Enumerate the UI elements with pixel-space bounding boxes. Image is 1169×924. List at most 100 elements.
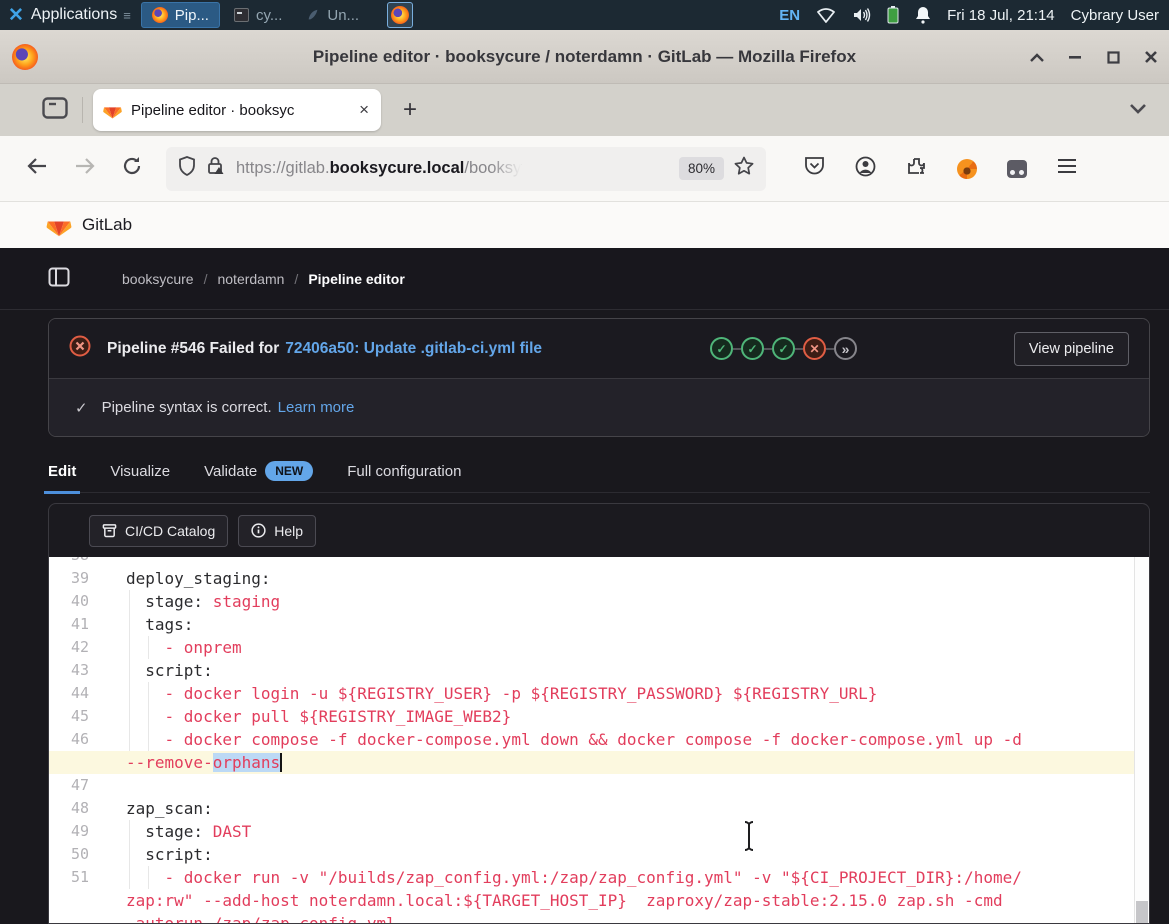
code-row[interactable]: 46 - docker compose -f docker-compose.ym… (49, 728, 1134, 751)
scrollbar-thumb[interactable] (1136, 901, 1148, 923)
indent-guide (129, 682, 130, 705)
firefox-launcher[interactable] (387, 2, 413, 28)
code-editor[interactable]: 3839deploy_staging:40 stage: staging41 t… (49, 557, 1149, 923)
pipeline-stage-success-icon[interactable]: ✓ (710, 337, 733, 360)
reload-button[interactable] (122, 156, 142, 181)
tab-visualize[interactable]: Visualize (110, 450, 170, 493)
pocket-icon[interactable] (804, 156, 825, 181)
text-caret (280, 753, 282, 772)
keyboard-layout-indicator[interactable]: EN (779, 7, 800, 24)
extensions-puzzle-icon[interactable] (906, 156, 927, 182)
code-token: script: (126, 845, 213, 864)
container-extension-icon[interactable] (1007, 160, 1027, 178)
clock[interactable]: Fri 18 Jul, 21:14 (947, 7, 1055, 24)
browser-tab-active[interactable]: Pipeline editor · booksyc × (93, 89, 381, 131)
bookmarks-toolbar: GitLab (0, 202, 1169, 248)
help-button[interactable]: Help (238, 515, 316, 547)
tab-validate[interactable]: ValidateNEW (204, 450, 313, 493)
taskbar-window-firefox[interactable]: Pip... (141, 2, 220, 28)
menu-hamburger-icon[interactable] (1057, 158, 1077, 179)
minimize-button[interactable] (1067, 49, 1083, 65)
close-button[interactable] (1143, 49, 1159, 65)
code-row[interactable]: 42 - onprem (49, 636, 1134, 659)
code-wrap-row[interactable]: zap:rw" --add-host noterdamn.local:${TAR… (49, 889, 1134, 912)
code-row[interactable]: 39deploy_staging: (49, 567, 1134, 590)
pipeline-stage-failed-icon[interactable]: ✕ (803, 337, 826, 360)
url-domain: booksycure.local (330, 159, 465, 178)
editor-scrollbar[interactable] (1134, 557, 1149, 923)
code-token: - docker compose -f docker-compose.yml d… (126, 730, 1022, 749)
code-text: - docker pull ${REGISTRY_IMAGE_WEB2} (126, 705, 511, 728)
line-number: 41 (49, 613, 89, 636)
view-pipeline-button[interactable]: View pipeline (1014, 332, 1129, 366)
code-text: script: (126, 659, 213, 682)
firefox-icon (391, 6, 409, 24)
window-title: Pipeline editor · booksycure / noterdamn… (0, 47, 1169, 67)
indent-guide (148, 682, 149, 705)
forward-button[interactable] (74, 157, 96, 180)
code-area[interactable]: 3839deploy_staging:40 stage: staging41 t… (49, 557, 1134, 923)
tab-close-icon[interactable]: × (357, 100, 371, 120)
taskbar-window-label: cy... (256, 7, 282, 24)
taskbar-window-terminal[interactable]: cy... (224, 2, 292, 28)
pipeline-mini-graph: ✓ ✓ ✓ ✕ » (710, 337, 857, 360)
foxyproxy-extension-icon[interactable] (957, 159, 977, 179)
indent-guide (129, 843, 130, 866)
code-wrap-row[interactable]: --remove-orphans (49, 751, 1134, 774)
notification-bell-icon[interactable] (915, 6, 931, 24)
line-number: 51 (49, 866, 89, 889)
code-row[interactable]: 48zap_scan: (49, 797, 1134, 820)
applications-menu[interactable]: Applications (31, 6, 117, 24)
list-all-tabs-icon[interactable] (1129, 101, 1147, 119)
pipeline-stage-success-icon[interactable]: ✓ (772, 337, 795, 360)
zoom-level-badge[interactable]: 80% (679, 157, 724, 180)
code-token: tags: (126, 615, 193, 634)
code-row[interactable]: 50 script: (49, 843, 1134, 866)
lock-warning-icon[interactable] (206, 156, 226, 181)
battery-icon[interactable] (887, 6, 899, 24)
code-token: - docker run -v "/builds/zap_config.yml:… (126, 868, 1022, 887)
breadcrumb-project[interactable]: noterdamn (217, 271, 284, 287)
cicd-catalog-button[interactable]: CI/CD Catalog (89, 515, 228, 547)
pipeline-stage-more-icon[interactable]: » (834, 337, 857, 360)
code-token: zap:rw" --add-host noterdamn.local:${TAR… (126, 891, 1003, 910)
code-row[interactable]: 45 - docker pull ${REGISTRY_IMAGE_WEB2} (49, 705, 1134, 728)
shield-icon[interactable] (178, 156, 196, 181)
line-number: 42 (49, 636, 89, 659)
firefox-view-icon[interactable] (42, 97, 68, 124)
code-row[interactable]: 41 tags: (49, 613, 1134, 636)
gitlab-breadcrumb-bar: booksycure / noterdamn / Pipeline editor (0, 248, 1169, 310)
pipeline-status-banner: Pipeline #546 Failed for 72406a50: Updat… (48, 318, 1150, 437)
url-bar[interactable]: https://gitlab.booksycure.local/booksy 8… (166, 147, 766, 191)
url-path: /booksy (464, 159, 521, 178)
code-row[interactable]: 44 - docker login -u ${REGISTRY_USER} -p… (49, 682, 1134, 705)
network-icon[interactable] (816, 7, 836, 23)
new-tab-button[interactable]: + (403, 96, 417, 124)
breadcrumb-group[interactable]: booksycure (122, 271, 194, 287)
code-text: - onprem (126, 636, 242, 659)
tab-edit[interactable]: Edit (48, 450, 76, 493)
sidebar-toggle-icon[interactable] (48, 267, 70, 290)
commit-link[interactable]: 72406a50: Update .gitlab-ci.yml file (285, 340, 542, 358)
maximize-button[interactable] (1105, 49, 1121, 65)
tab-full-configuration[interactable]: Full configuration (347, 450, 461, 493)
taskbar-window-editor[interactable]: Un... (296, 2, 369, 28)
bookmark-gitlab[interactable]: GitLab (82, 215, 132, 235)
code-row[interactable]: 40 stage: staging (49, 590, 1134, 613)
learn-more-link[interactable]: Learn more (278, 399, 355, 416)
bookmark-star-icon[interactable] (734, 156, 754, 181)
code-text: --remove-orphans (126, 751, 282, 774)
shade-button[interactable] (1029, 49, 1045, 65)
code-row[interactable]: 49 stage: DAST (49, 820, 1134, 843)
indent-guide (129, 728, 130, 751)
account-icon[interactable] (855, 156, 876, 182)
user-menu[interactable]: Cybrary User (1071, 7, 1159, 24)
code-row[interactable]: 43 script: (49, 659, 1134, 682)
pipeline-stage-success-icon[interactable]: ✓ (741, 337, 764, 360)
code-row[interactable]: 47 (49, 774, 1134, 797)
volume-icon[interactable] (852, 7, 871, 23)
code-row[interactable]: 38 (49, 557, 1134, 567)
code-row[interactable]: 51 - docker run -v "/builds/zap_config.y… (49, 866, 1134, 889)
back-button[interactable] (26, 157, 48, 180)
code-wrap-row[interactable]: -autorun /zap/zap_config.yml (49, 912, 1134, 923)
